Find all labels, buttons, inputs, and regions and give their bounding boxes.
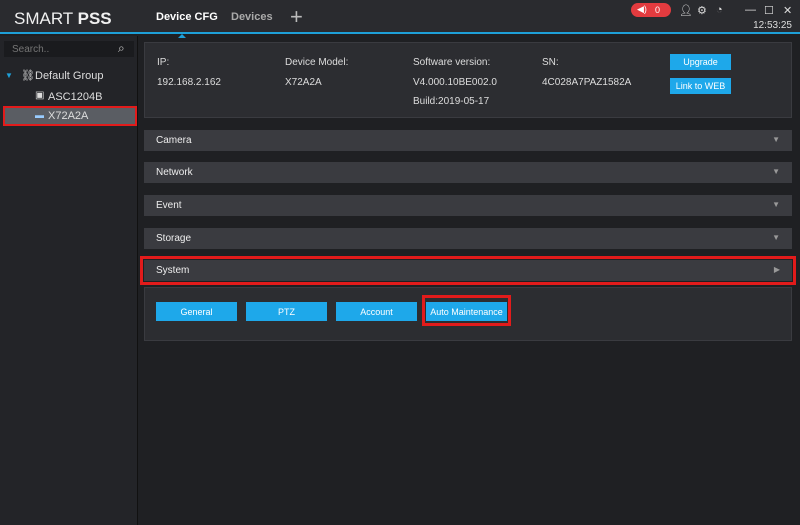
access-controller-icon: ▣ xyxy=(35,90,45,101)
link-to-web-button[interactable]: Link to WEB xyxy=(670,78,731,94)
upgrade-button[interactable]: Upgrade xyxy=(670,54,731,70)
ip-label: IP: xyxy=(157,57,170,68)
tab-device-cfg[interactable]: Device CFG xyxy=(156,11,218,23)
account-button[interactable]: Account xyxy=(336,302,417,321)
top-bar: SMART PSS Device CFG Devices + ◀) 0 👤︎ ⚙ … xyxy=(0,0,800,38)
chevron-down-icon: ▼ xyxy=(772,135,780,144)
device-icon: ▬ xyxy=(35,110,44,120)
build-value: Build:2019-05-17 xyxy=(413,96,490,107)
section-camera[interactable]: Camera ▼ xyxy=(144,130,792,151)
speaker-icon: ◀) xyxy=(637,4,647,14)
active-tab-indicator xyxy=(178,30,186,38)
tab-devices[interactable]: Devices xyxy=(231,11,273,23)
device-info-panel: IP: 192.168.2.162 Device Model: X72A2A S… xyxy=(144,42,792,118)
tree-group-default[interactable]: Default Group xyxy=(35,70,103,82)
minimize-icon[interactable]: — xyxy=(745,4,756,16)
tree-device-asc1204b[interactable]: ASC1204B xyxy=(48,91,102,103)
general-button[interactable]: General xyxy=(156,302,237,321)
section-event[interactable]: Event ▼ xyxy=(144,195,792,216)
model-value: X72A2A xyxy=(285,77,322,88)
group-icon: ⛓︎ xyxy=(21,70,35,82)
section-storage[interactable]: Storage ▼ xyxy=(144,228,792,249)
sn-label: SN: xyxy=(542,57,559,68)
chevron-down-icon: ▼ xyxy=(772,167,780,176)
highlight-system xyxy=(140,256,796,285)
gear-icon[interactable]: ⚙ xyxy=(697,4,707,17)
close-icon[interactable]: ✕ xyxy=(783,4,792,17)
alarm-badge[interactable]: ◀) 0 xyxy=(631,3,671,17)
section-network[interactable]: Network ▼ xyxy=(144,162,792,183)
highlight-auto-maintenance xyxy=(422,295,511,326)
app-logo: SMART PSS xyxy=(14,9,112,28)
ptz-button[interactable]: PTZ xyxy=(246,302,327,321)
clock: 12:53:25 xyxy=(753,20,792,31)
expand-arrow-icon[interactable]: ▼ xyxy=(5,71,13,80)
search-icon[interactable]: ⌕ xyxy=(118,41,125,56)
ip-value: 192.168.2.162 xyxy=(157,77,221,88)
search-input[interactable] xyxy=(4,41,134,57)
maximize-icon[interactable]: ☐ xyxy=(764,4,774,17)
software-value: V4.000.10BE002.0 xyxy=(413,77,497,88)
model-label: Device Model: xyxy=(285,57,349,68)
chevron-down-icon: ▼ xyxy=(772,200,780,209)
software-label: Software version: xyxy=(413,57,491,68)
alarm-count: 0 xyxy=(655,5,661,15)
gauge-icon[interactable]: ◔ xyxy=(716,4,723,16)
sn-value: 4C028A7PAZ1582A xyxy=(542,77,632,88)
device-label: X72A2A xyxy=(48,110,89,122)
tree-device-x72a2a[interactable]: ▬ X72A2A xyxy=(3,106,137,126)
user-icon[interactable]: 👤︎ xyxy=(679,4,693,17)
chevron-down-icon: ▼ xyxy=(772,233,780,242)
add-tab-button[interactable]: + xyxy=(290,4,303,30)
